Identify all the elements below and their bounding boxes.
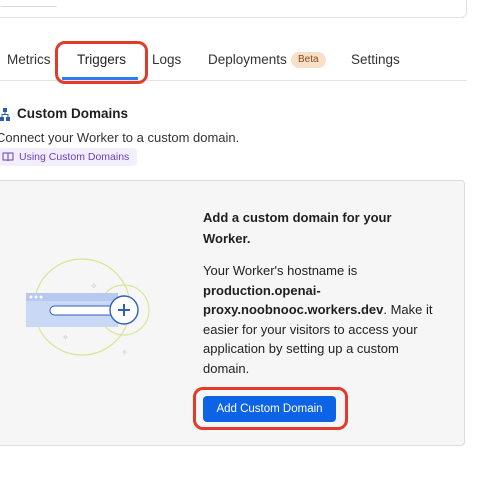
card-body-intro: Your Worker's hostname is (203, 263, 358, 278)
page: Metrics Triggers Logs Deployments Settin… (0, 0, 477, 477)
book-icon (2, 152, 14, 162)
tab-bar: Metrics Triggers Logs Deployments Settin… (0, 44, 467, 81)
beta-badge: Beta (291, 52, 326, 68)
section-description: Connect your Worker to a custom domain. (0, 130, 240, 145)
svg-text:✧: ✧ (90, 282, 98, 292)
svg-text:✧: ✧ (121, 348, 128, 357)
worker-hostname: production.openai-proxy.noobnooc.workers… (203, 282, 384, 318)
sitemap-icon (0, 108, 10, 121)
tab-metrics[interactable]: Metrics (7, 52, 51, 67)
section-title: Custom Domains (17, 106, 129, 121)
active-tab-indicator (62, 77, 138, 80)
tab-deployments[interactable]: Deployments (208, 52, 287, 67)
add-custom-domain-button[interactable]: Add Custom Domain (203, 396, 336, 422)
card-body: Your Worker's hostname is production.ope… (203, 261, 443, 378)
svg-text:✧: ✧ (62, 333, 69, 342)
tab-triggers[interactable]: Triggers (77, 52, 126, 67)
custom-domain-illustration: ✧ ✧ ✧ ✦ (26, 258, 150, 357)
doc-link-custom-domains[interactable]: Using Custom Domains (0, 148, 138, 166)
tab-settings[interactable]: Settings (351, 52, 400, 67)
previous-card (0, 0, 467, 18)
previous-card-control (1, 0, 57, 7)
doc-link-label: Using Custom Domains (19, 151, 130, 163)
tab-logs[interactable]: Logs (152, 52, 181, 67)
card-title: Add a custom domain for your Worker. (203, 210, 392, 246)
